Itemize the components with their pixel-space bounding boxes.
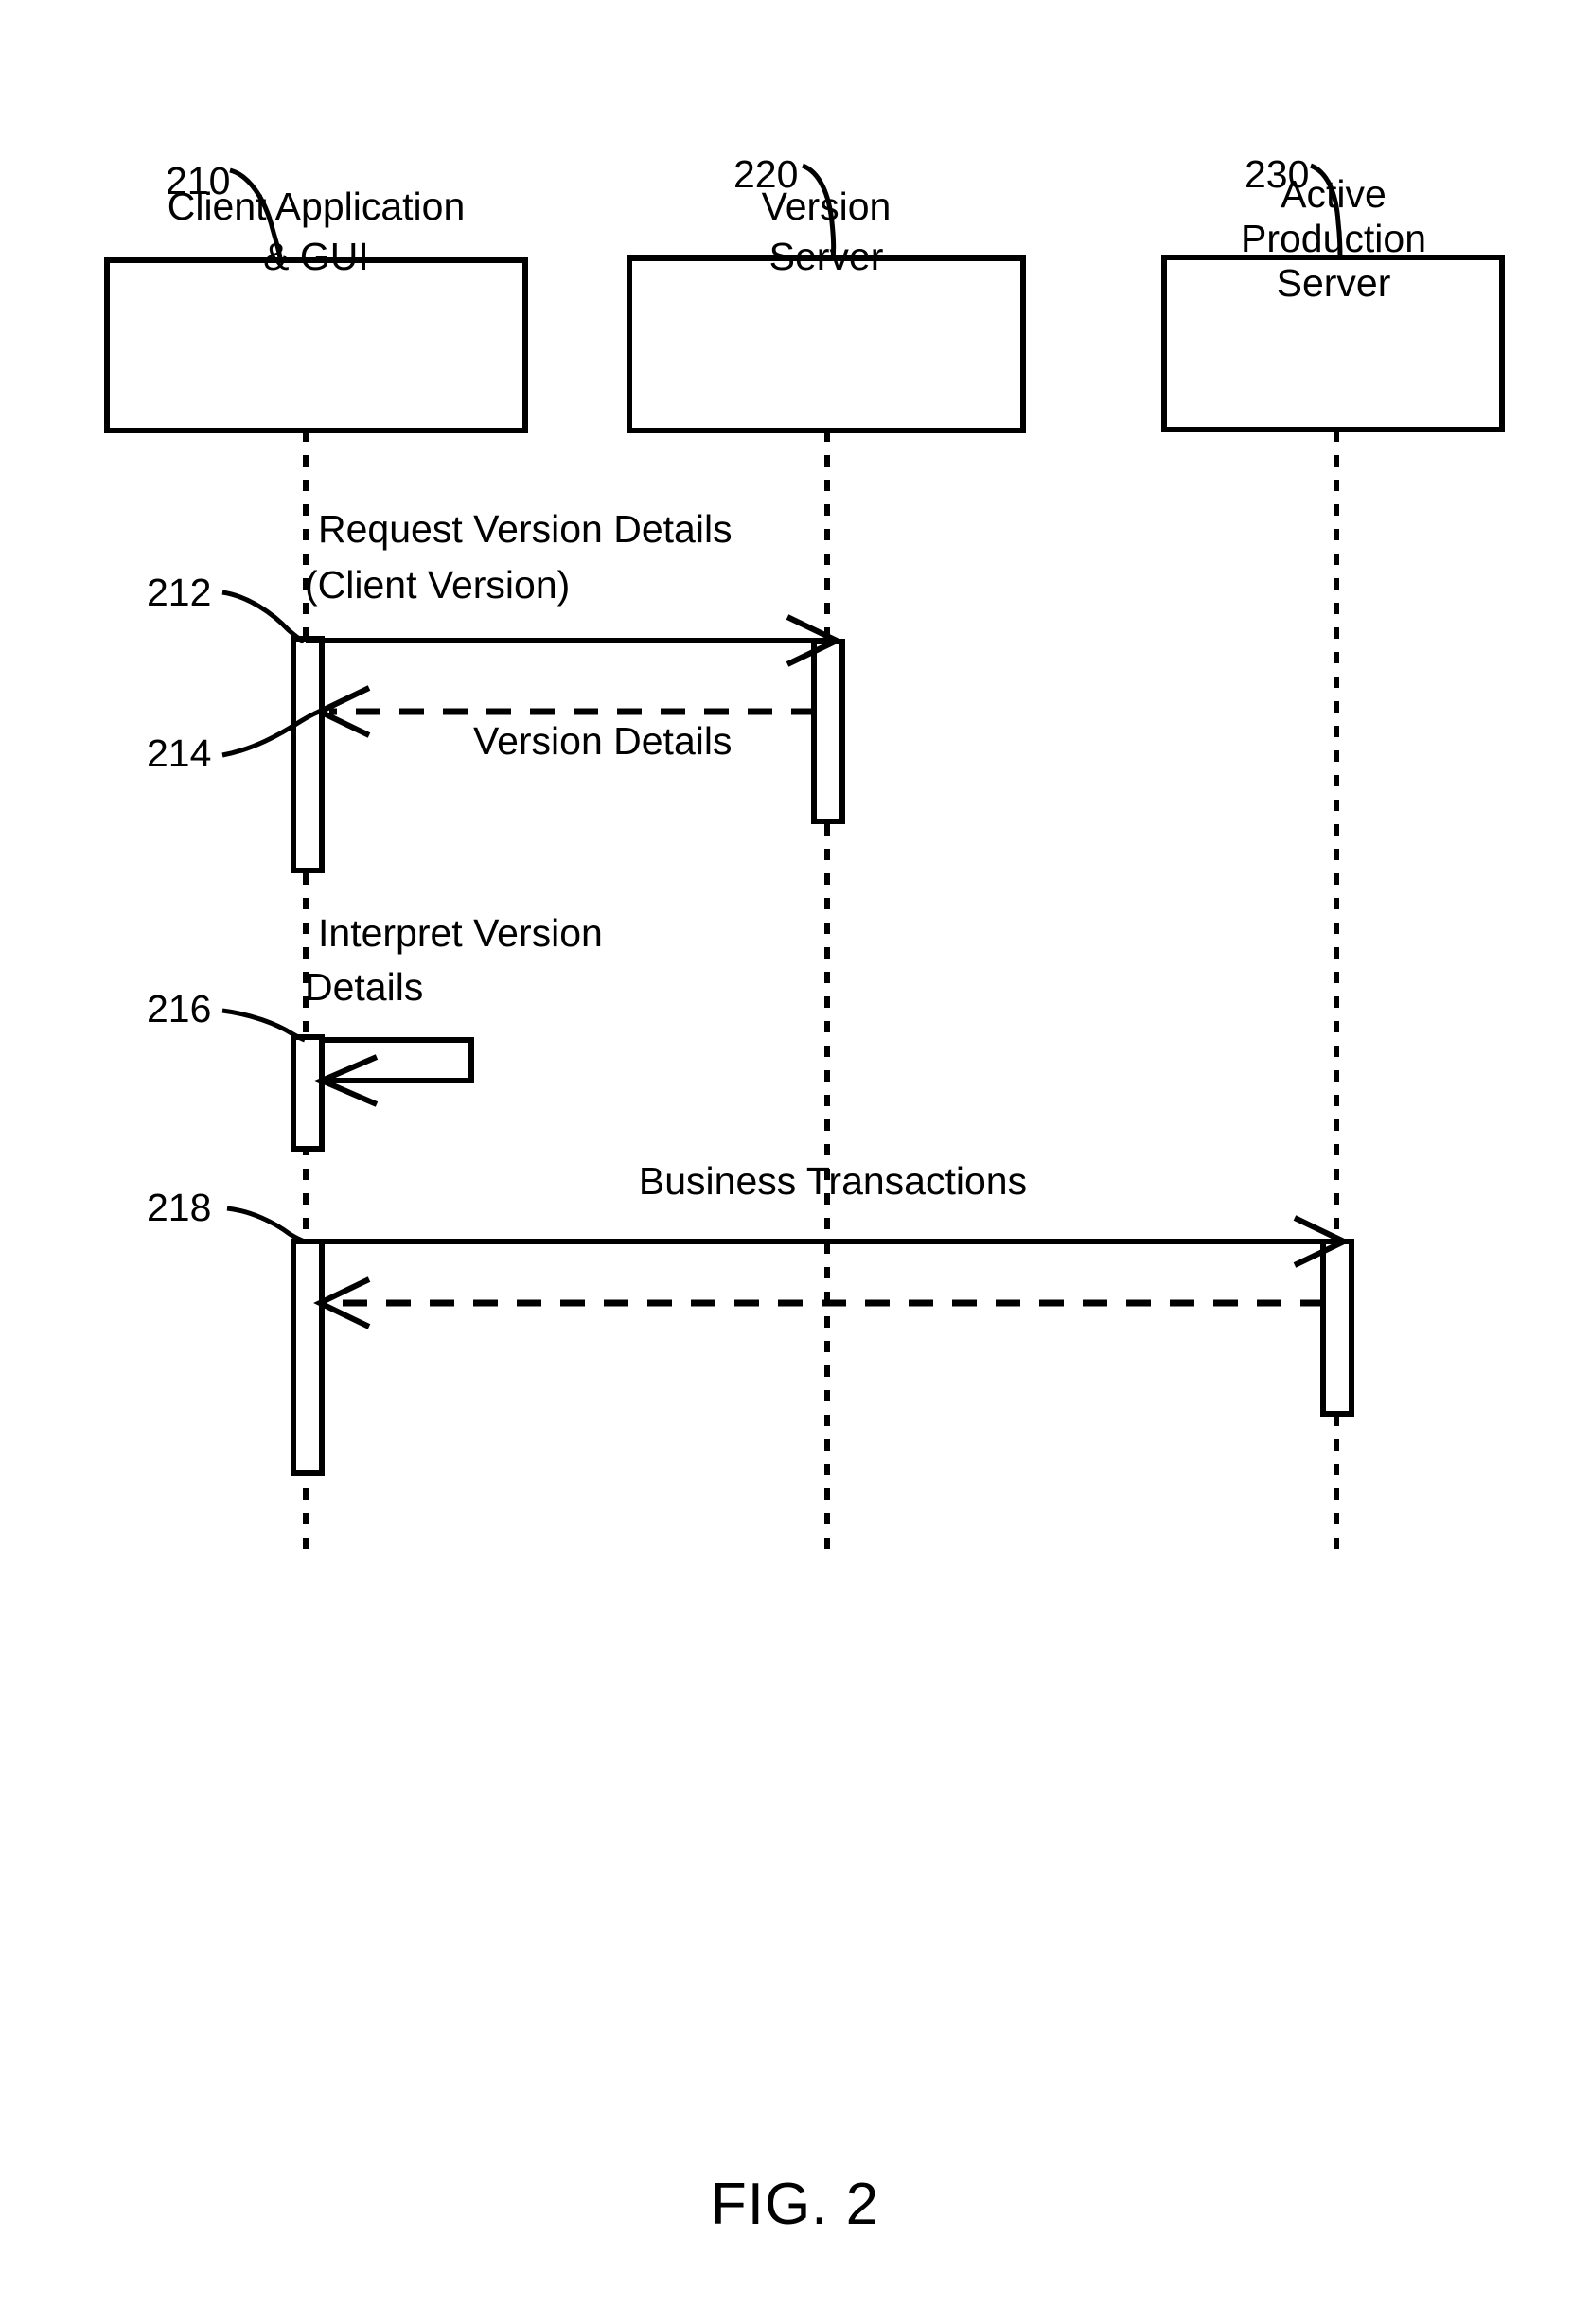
activation-bar-production-server-1: [1320, 1239, 1354, 1417]
message-216-label-line2: Details: [305, 965, 423, 1009]
ref-number-214: 214: [147, 731, 211, 775]
message-212-label-line2: (Client Version): [305, 563, 570, 607]
activation-bar-client-2: [291, 1034, 325, 1152]
message-216-label-line1: Interpret Version: [318, 911, 603, 955]
message-214-label-line1: Version Details: [473, 719, 732, 763]
participant-box-version-server: [627, 255, 1026, 433]
message-218-return: [313, 1276, 1325, 1329]
patent-figure: Client Application & GUI 210 Version Ser…: [0, 0, 1590, 2324]
participant-box-production-server-line3: Server: [1277, 261, 1391, 305]
activation-bar-version-server-1: [811, 639, 845, 824]
leader-line-212: [221, 590, 306, 644]
participant-version-server: Version Server 220: [627, 152, 1026, 1557]
sequence-diagram: Client Application & GUI 210 Version Ser…: [104, 152, 1505, 2237]
message-212: Request Version Details (Client Version)…: [147, 507, 843, 667]
figure-caption: FIG. 2: [711, 2172, 879, 2237]
message-218-label-line1: Business Transactions: [639, 1159, 1027, 1203]
leader-line-216: [221, 1008, 306, 1043]
message-216-self-loop: [322, 1037, 474, 1083]
ref-number-218: 218: [147, 1186, 211, 1229]
message-216: Interpret Version Details 216: [147, 911, 603, 1107]
leader-line-218: [226, 1206, 306, 1244]
ref-number-230: 230: [1245, 152, 1309, 196]
ref-number-220: 220: [733, 152, 798, 196]
ref-number-210: 210: [166, 159, 230, 202]
ref-number-212: 212: [147, 571, 211, 614]
participant-box-production-server-line2: Production: [1241, 217, 1426, 260]
message-214: Version Details 214: [147, 685, 816, 775]
participant-box-version-server-line2: Server: [769, 235, 884, 278]
message-218: Business Transactions 218: [147, 1159, 1351, 1268]
activation-bar-client-3: [291, 1239, 325, 1476]
message-212-label-line1: Request Version Details: [318, 507, 733, 551]
ref-number-216: 216: [147, 987, 211, 1030]
participant-box-client: [104, 257, 528, 433]
activation-bar-client-1: [291, 636, 325, 873]
